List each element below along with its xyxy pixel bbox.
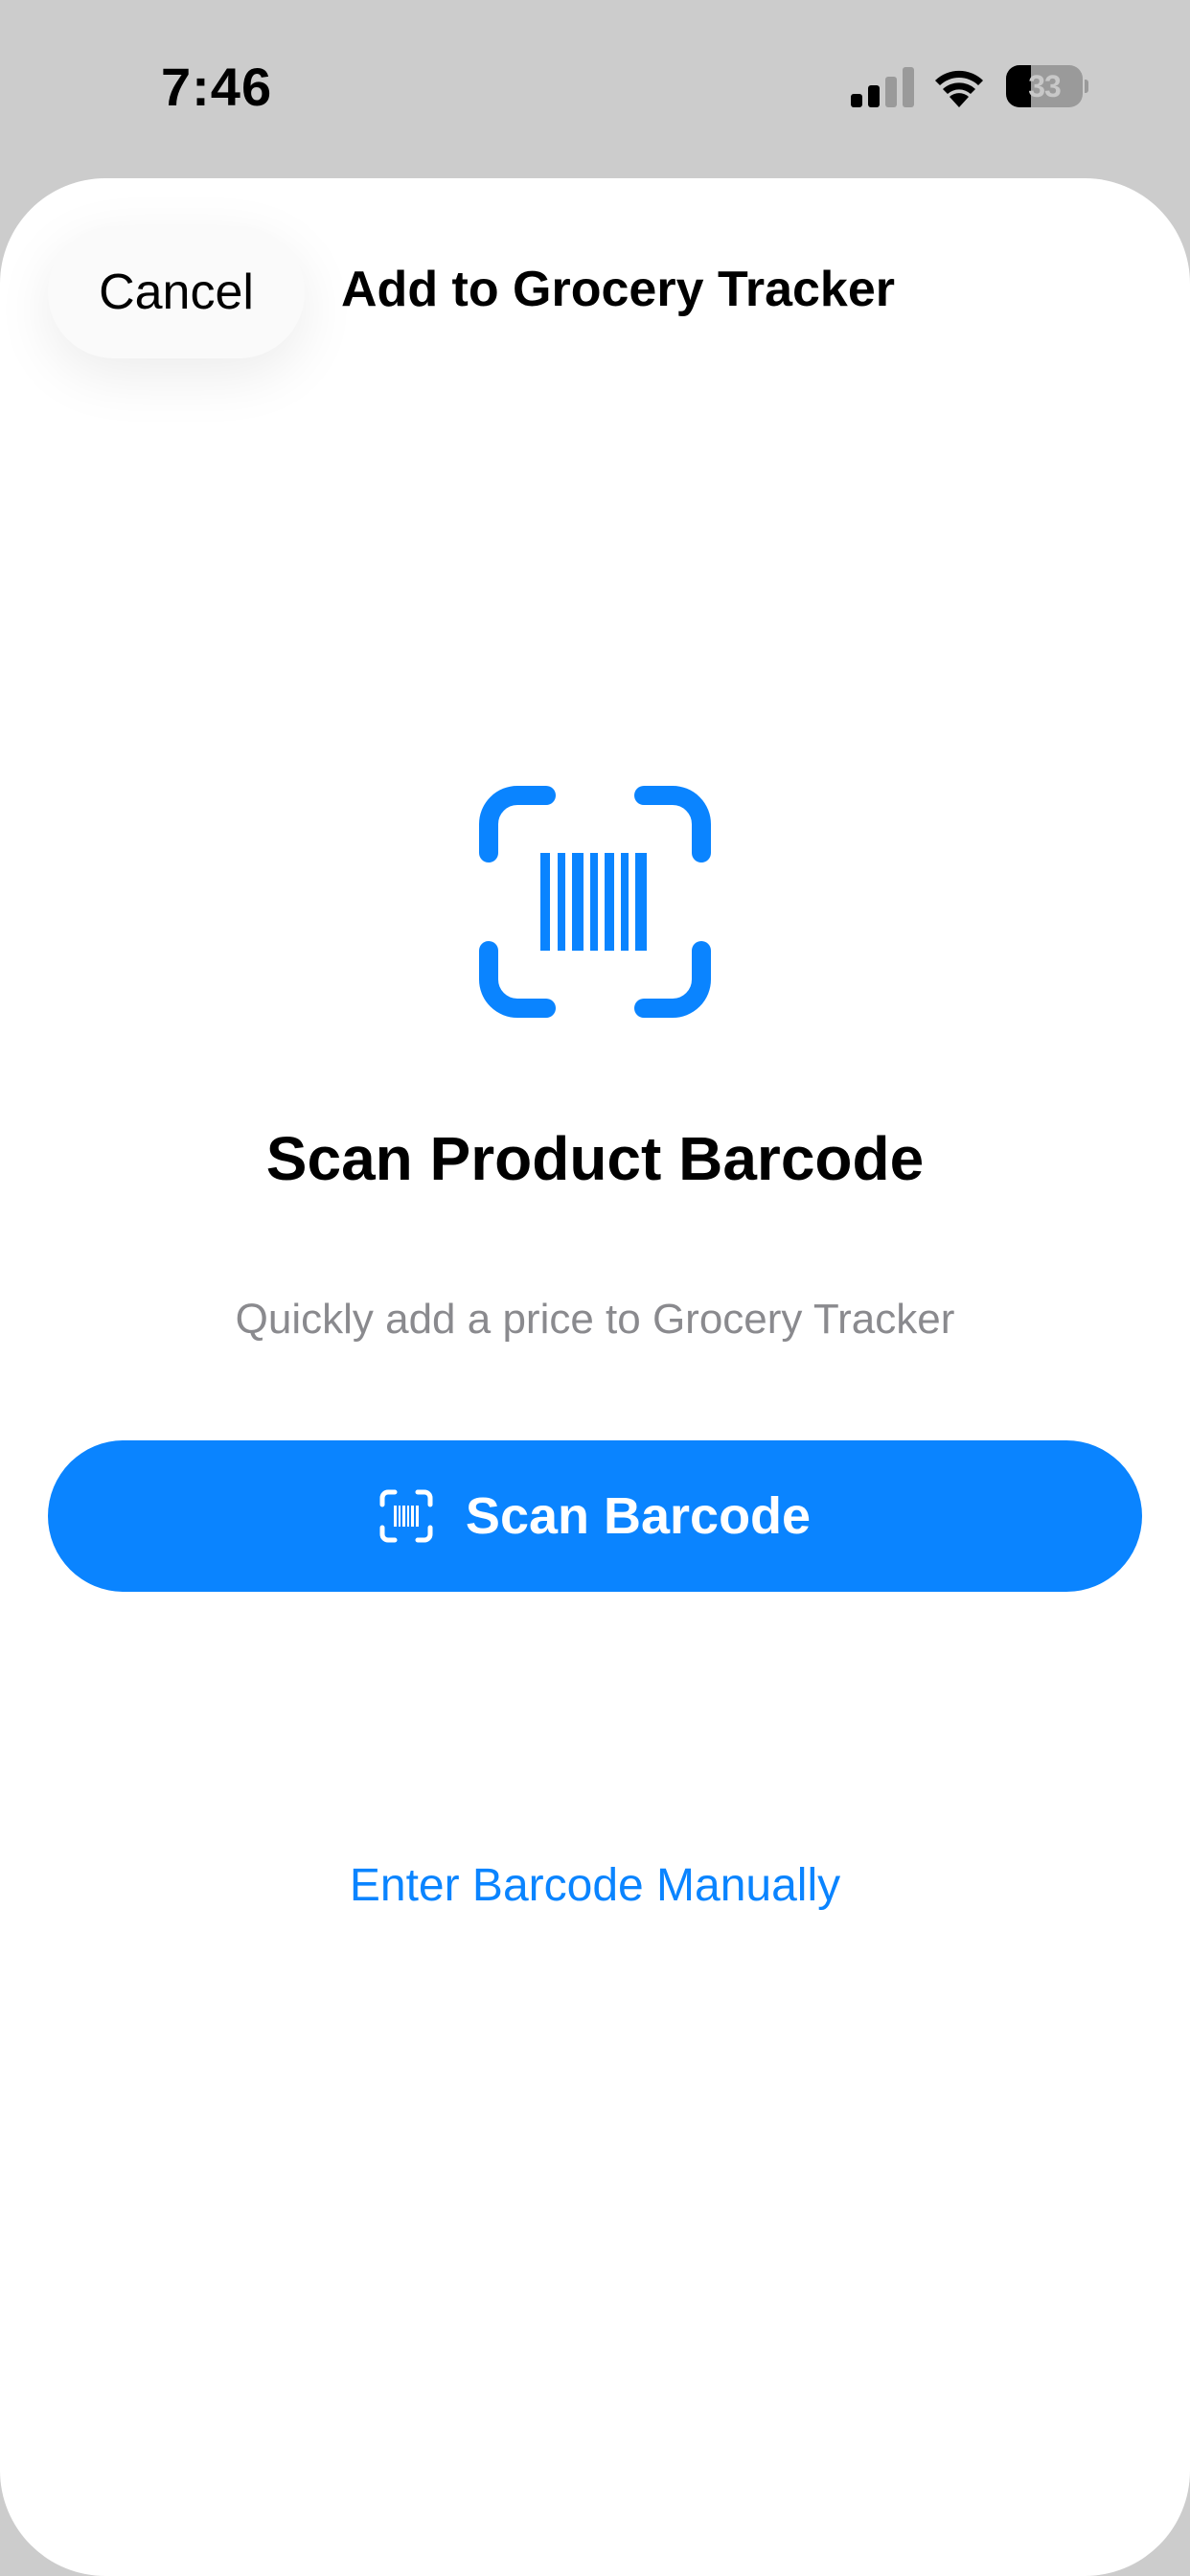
barcode-viewfinder-icon <box>379 1489 433 1543</box>
signal-bar <box>868 85 880 107</box>
cellular-signal-icon <box>851 67 914 107</box>
battery-tip <box>1085 80 1088 93</box>
signal-bar <box>851 94 862 107</box>
add-to-tracker-sheet: Cancel Add to Grocery Tracker <box>0 178 1190 2576</box>
page-subtitle: Quickly add a price to Grocery Tracker <box>235 1296 955 1343</box>
enter-barcode-manually-link[interactable]: Enter Barcode Manually <box>0 1859 1190 1912</box>
battery-level: 33 <box>1028 69 1062 104</box>
status-bar: 7:46 33 <box>0 0 1190 178</box>
battery-icon: 33 <box>1006 65 1088 107</box>
sheet-corner <box>1075 2461 1190 2576</box>
cancel-button[interactable]: Cancel <box>48 226 305 358</box>
wifi-icon <box>935 70 983 107</box>
status-time: 7:46 <box>161 57 273 117</box>
signal-bar <box>903 67 914 107</box>
battery-body: 33 <box>1006 65 1083 107</box>
sheet-title: Add to Grocery Tracker <box>341 262 895 317</box>
scan-barcode-button[interactable]: Scan Barcode <box>48 1440 1142 1592</box>
barcode-viewfinder-icon <box>479 786 711 1018</box>
scan-barcode-label: Scan Barcode <box>465 1487 812 1545</box>
page-heading: Scan Product Barcode <box>265 1124 925 1193</box>
sheet-corner <box>0 2461 115 2576</box>
signal-bar <box>885 77 897 107</box>
